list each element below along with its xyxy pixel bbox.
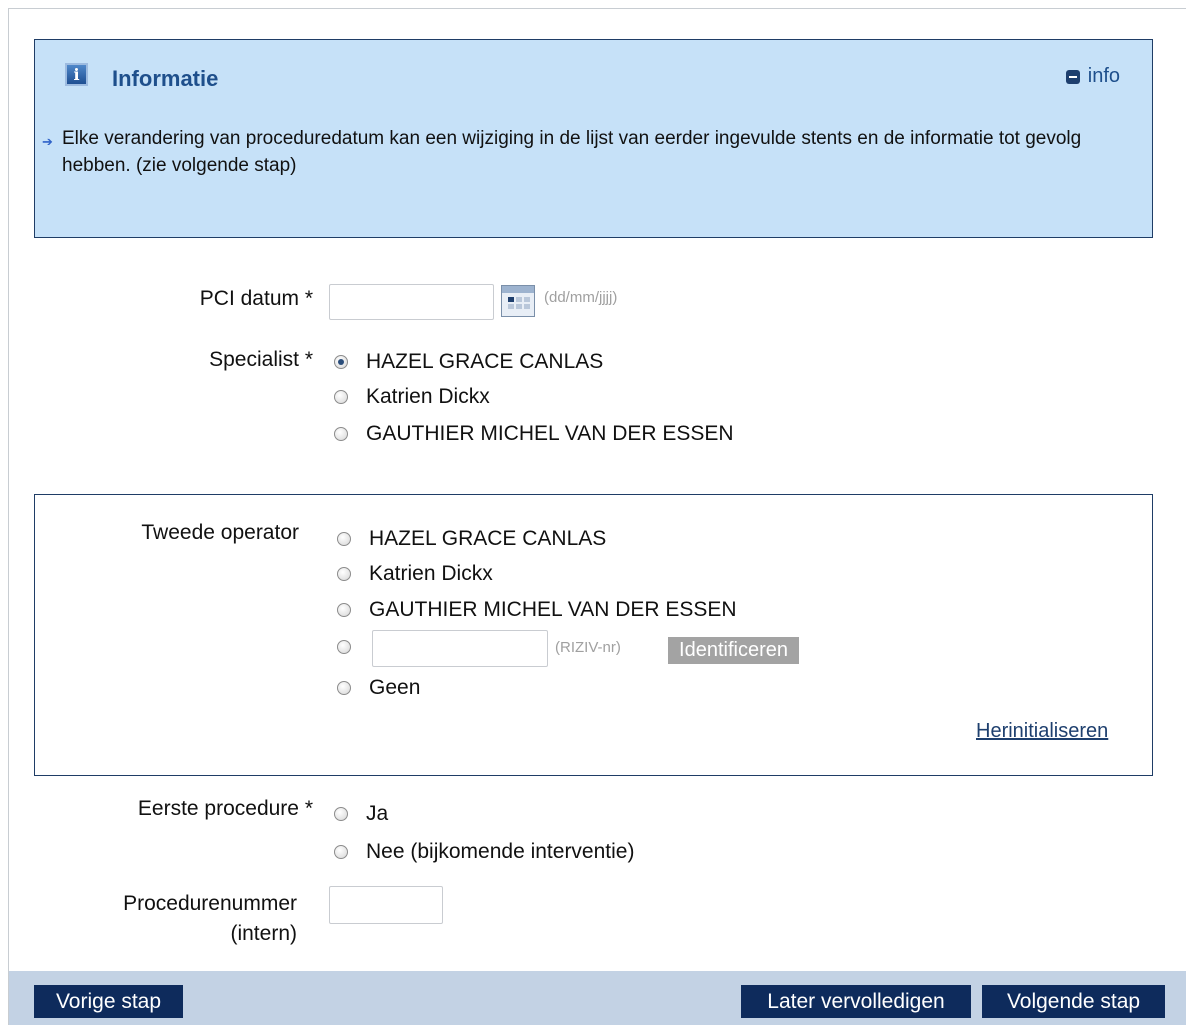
calendar-icon[interactable] [501,285,535,317]
specialist-option-label: Katrien Dickx [366,385,490,408]
operator-option-riziv[interactable] [337,640,369,654]
radio-button[interactable] [334,427,348,441]
info-message: ➔ Elke verandering van proceduredatum ka… [42,125,1138,179]
previous-step-button[interactable]: Vorige stap [34,985,183,1018]
specialist-label: Specialist * [209,348,313,371]
first-procedure-option[interactable]: Nee (bijkomende interventie) [334,840,634,864]
second-operator-label: Tweede operator [141,521,299,544]
pci-date-label: PCI datum * [199,287,313,310]
radio-button[interactable] [337,640,351,654]
specialist-option[interactable]: HAZEL GRACE CANLAS [334,350,603,374]
procedure-number-input[interactable] [329,886,443,924]
specialist-option-label: GAUTHIER MICHEL VAN DER ESSEN [366,422,734,445]
radio-button[interactable] [334,845,348,859]
radio-button[interactable] [334,355,348,369]
operator-option[interactable]: HAZEL GRACE CANLAS [337,527,606,551]
operator-option-label: GAUTHIER MICHEL VAN DER ESSEN [369,598,737,621]
info-icon: i [65,63,88,86]
operator-option-none[interactable]: Geen [337,676,420,700]
radio-button[interactable] [334,390,348,404]
arrow-right-icon: ➔ [42,134,53,149]
radio-button[interactable] [337,603,351,617]
first-procedure-option-label: Ja [366,802,389,825]
next-step-button[interactable]: Volgende stap [982,985,1165,1018]
radio-button[interactable] [337,532,351,546]
operator-option[interactable]: Katrien Dickx [337,562,493,586]
date-format-hint: (dd/mm/jjjj) [544,289,618,306]
operator-option[interactable]: GAUTHIER MICHEL VAN DER ESSEN [337,598,737,622]
reset-link[interactable]: Herinitialiseren [976,720,1108,743]
specialist-option-label: HAZEL GRACE CANLAS [366,350,604,373]
radio-button[interactable] [337,681,351,695]
pci-date-input[interactable] [329,284,494,320]
info-toggle[interactable]: info [1065,65,1120,88]
first-procedure-label: Eerste procedure * [137,797,313,820]
riziv-hint: (RIZIV-nr) [555,639,621,656]
operator-option-label: HAZEL GRACE CANLAS [369,527,607,550]
operator-option-label: Katrien Dickx [369,562,493,585]
complete-later-button[interactable]: Later vervolledigen [741,985,971,1018]
collapse-icon[interactable] [1065,69,1080,84]
info-title: Informatie [112,66,219,91]
info-panel: i Informatie info ➔ Elke verandering van… [34,39,1153,238]
riziv-input[interactable] [372,630,548,667]
info-toggle-label[interactable]: info [1088,65,1120,88]
first-procedure-option[interactable]: Ja [334,802,388,826]
procedure-number-label: Procedurenummer (intern) [60,889,297,949]
specialist-option[interactable]: Katrien Dickx [334,385,490,409]
radio-button[interactable] [334,807,348,821]
procedure-number-label-line1: Procedurenummer [123,892,297,915]
procedure-number-label-line2: (intern) [230,922,297,945]
radio-button[interactable] [337,567,351,581]
specialist-option[interactable]: GAUTHIER MICHEL VAN DER ESSEN [334,422,734,446]
first-procedure-option-label: Nee (bijkomende interventie) [366,840,635,863]
info-message-text: Elke verandering van proceduredatum kan … [62,128,1082,176]
operator-none-label: Geen [369,676,421,699]
identify-button[interactable]: Identificeren [668,637,799,664]
